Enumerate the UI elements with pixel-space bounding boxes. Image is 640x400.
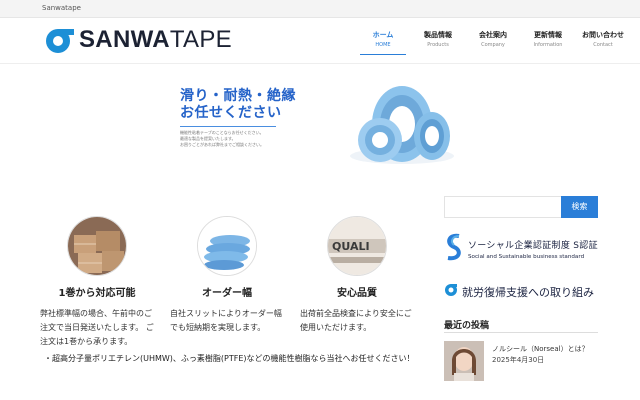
hero-tape-image: [340, 72, 460, 168]
post-thumbnail[interactable]: [444, 341, 484, 381]
boxes-icon: [67, 216, 127, 276]
nav-sublabel: Information: [533, 42, 563, 48]
nav-label: 会社案内: [479, 31, 507, 39]
nav-sublabel: Products: [427, 42, 449, 48]
nav-item-company[interactable]: 会社案内 Company: [470, 30, 516, 55]
recent-posts-heading: 最近の投稿: [444, 321, 490, 331]
feature-description: 弊社標準幅の場合、午前中のご注文で当日発送いたします。 ご注文は1巻から承ります…: [40, 309, 154, 346]
nav-label: お問い合わせ: [582, 31, 624, 39]
s-certification-banner[interactable]: ソーシャル企業認証制度 S認証 Social and Sustainable b…: [444, 232, 598, 266]
feature-title: 安心品質: [337, 288, 377, 299]
divider: [444, 332, 598, 333]
hero-text: 滑り・耐熱・絶縁 お任せください 機能性粘着テープのことならお任せください。 最…: [180, 88, 296, 148]
nav-item-products[interactable]: 製品情報 Products: [415, 30, 461, 55]
nav-sublabel: Company: [481, 42, 505, 48]
nav-label: 更新情報: [534, 31, 562, 39]
site-header: SANWATAPE ホーム HOME 製品情報 Products 会社案内 Co…: [0, 18, 640, 64]
nav-item-contact[interactable]: お問い合わせ Contact: [580, 30, 626, 55]
certification-title: ソーシャル企業認証制度 S認証: [468, 241, 598, 251]
hero-title-line2: お任せください: [180, 105, 282, 121]
features-section: 1巻から対応可能 弊社標準幅の場合、午前中のご注文で当日発送いたします。 ご注文…: [32, 212, 422, 349]
logo-text: SANWATAPE: [79, 26, 232, 54]
feature-description: 自社スリットによりオーダー幅でも短納期を実現します。: [170, 309, 282, 332]
hero-divider: [180, 126, 276, 127]
feature-description: 出荷前全品検査により安全にご使用いただけます。: [300, 309, 412, 332]
feature-title: オーダー幅: [202, 288, 252, 299]
resin-note: ・超高分子量ポリエチレン(UHMW)、ふっ素樹脂(PTFE)などの機能性樹脂なら…: [44, 354, 415, 363]
nav-label: 製品情報: [424, 31, 452, 39]
logo-text-bold: SANWA: [79, 26, 170, 53]
quality-blocks-icon: QUALI: [327, 216, 387, 276]
post-title-link[interactable]: ノルシール（Norseal）とは？: [492, 344, 589, 354]
logo-text-thin: TAPE: [169, 26, 232, 53]
logo-icon: [43, 26, 75, 54]
hero-title-line1: 滑り・耐熱・絶縁: [180, 88, 296, 104]
hero-small-line3: お困りごとがあれば弊社までご相談ください。: [180, 142, 264, 147]
search-input[interactable]: [444, 196, 562, 218]
main-nav: ホーム HOME 製品情報 Products 会社案内 Company 更新情報…: [360, 30, 635, 55]
employment-support-banner[interactable]: 就労復帰支援への取り組み: [444, 282, 594, 301]
employment-support-icon: [444, 282, 458, 301]
feature-item: QUALI 安心品質 出荷前全品検査により安全にご使用いただけます。: [292, 212, 422, 349]
feature-item: オーダー幅 自社スリットによりオーダー幅でも短納期を実現します。: [162, 212, 292, 349]
tape-rolls-icon: [197, 216, 257, 276]
site-logo[interactable]: SANWATAPE: [43, 26, 232, 54]
search-button[interactable]: 検索: [561, 196, 598, 218]
feature-item: 1巻から対応可能 弊社標準幅の場合、午前中のご注文で当日発送いたします。 ご注文…: [32, 212, 162, 349]
employment-support-text: 就労復帰支援への取り組み: [462, 285, 594, 299]
s-certification-icon: [444, 232, 464, 266]
post-date: 2025年4月30日: [492, 356, 545, 364]
nav-item-home[interactable]: ホーム HOME: [360, 30, 406, 55]
site-name: Sanwatape: [42, 4, 81, 12]
certification-subtitle: Social and Sustainable business standard: [468, 254, 585, 260]
feature-title: 1巻から対応可能: [58, 288, 136, 299]
nav-label: ホーム: [372, 31, 394, 39]
nav-item-information[interactable]: 更新情報 Information: [525, 30, 571, 55]
top-bar: Sanwatape: [0, 0, 640, 18]
nav-sublabel: Contact: [593, 42, 613, 48]
svg-text:QUALI: QUALI: [332, 240, 370, 253]
nav-sublabel: HOME: [375, 42, 391, 48]
